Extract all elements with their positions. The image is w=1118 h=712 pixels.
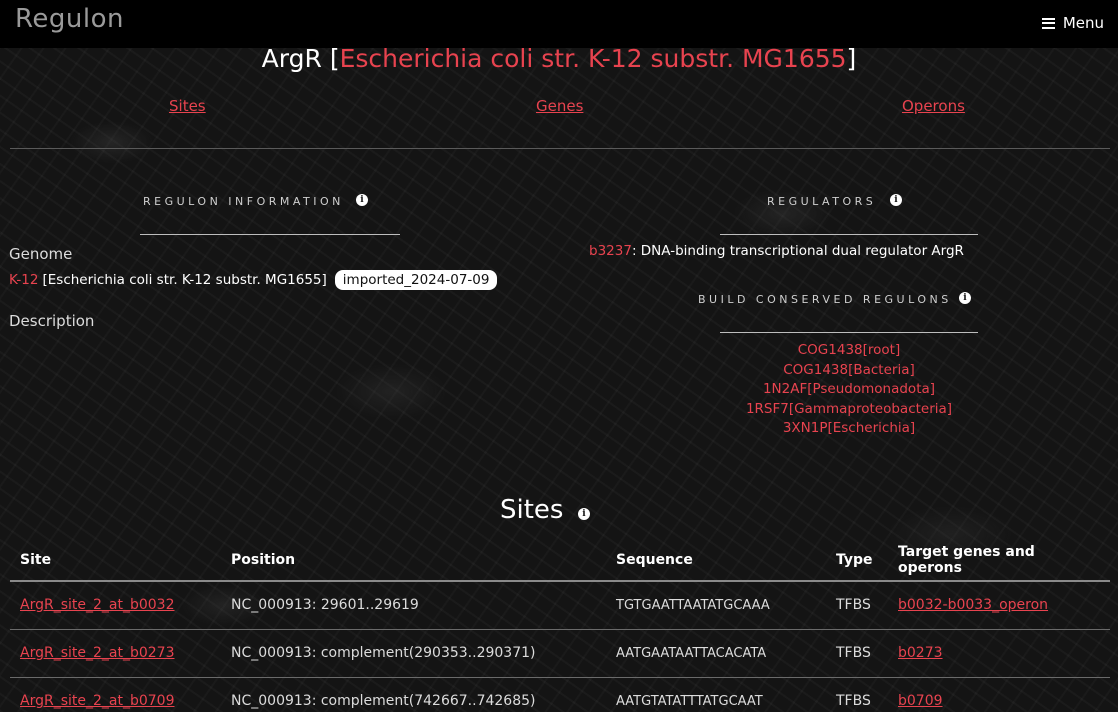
import-badge: imported_2024-07-09 xyxy=(334,270,498,290)
site-sequence: TGTGAATTAATATGCAAA xyxy=(606,581,826,630)
conserved-link[interactable]: 1N2AF[Pseudomonadota] xyxy=(720,380,978,400)
target-link[interactable]: b0709 xyxy=(898,693,943,709)
tab-genes[interactable]: Genes xyxy=(536,97,583,115)
info-icon[interactable]: i xyxy=(356,194,368,206)
heading-underline xyxy=(140,234,400,235)
page-title: ArgR [Escherichia coli str. K-12 substr.… xyxy=(0,44,1118,73)
menu-button[interactable]: Menu xyxy=(1041,14,1104,32)
genome-value: K-12 [Escherichia coli str. K-12 substr.… xyxy=(9,270,498,290)
column-header-sequence[interactable]: Sequence xyxy=(606,540,826,582)
title-open-bracket: [ xyxy=(329,44,340,73)
conserved-link[interactable]: COG1438[root] xyxy=(720,341,978,361)
column-header-site[interactable]: Site xyxy=(10,540,221,582)
site-sequence: AATGAATAATTACACATA xyxy=(606,629,826,678)
organism-name: Escherichia coli str. K-12 substr. MG165… xyxy=(339,44,847,73)
table-header-row: Site Position Sequence Type Target genes… xyxy=(10,540,1110,582)
site-sequence: AATGTATATTTATGCAAT xyxy=(606,677,826,712)
section-tabs: Sites Genes Operons xyxy=(0,97,1118,117)
description-label: Description xyxy=(9,312,95,330)
scrollbar[interactable] xyxy=(1111,0,1118,48)
regulator-description: : DNA-binding transcriptional dual regul… xyxy=(631,243,964,259)
title-close-bracket: ] xyxy=(846,44,857,73)
info-icon[interactable]: i xyxy=(959,292,971,304)
site-link[interactable]: ArgR_site_2_at_b0273 xyxy=(20,645,174,661)
tab-operons[interactable]: Operons xyxy=(902,97,965,115)
info-icon[interactable]: i xyxy=(890,194,902,206)
site-position: NC_000913: complement(742667..742685) xyxy=(221,677,606,712)
divider xyxy=(10,148,1110,149)
conserved-link[interactable]: 1RSF7[Gammaproteobacteria] xyxy=(720,400,978,420)
hamburger-icon xyxy=(1041,17,1055,29)
heading-underline xyxy=(720,234,978,235)
sites-title: Sites xyxy=(500,495,564,525)
top-navbar: Regulon Menu xyxy=(0,0,1118,48)
site-type: TFBS xyxy=(826,581,888,630)
target-link[interactable]: b0032-b0033_operon xyxy=(898,597,1048,613)
site-position: NC_000913: complement(290353..290371) xyxy=(221,629,606,678)
conserved-link[interactable]: 3XN1P[Escherichia] xyxy=(720,419,978,439)
conserved-heading: BUILD CONSERVED REGULONS xyxy=(698,293,952,306)
heading-underline xyxy=(720,332,978,333)
app-logo[interactable]: Regulon xyxy=(15,4,124,34)
regulators-heading: REGULATORS xyxy=(767,195,877,208)
table-row: ArgR_site_2_at_b0273 NC_000913: compleme… xyxy=(10,629,1110,678)
genome-link[interactable]: K-12 xyxy=(9,272,39,288)
site-position: NC_000913: 29601..29619 xyxy=(221,581,606,630)
regulon-info-heading: REGULON INFORMATION xyxy=(143,195,344,208)
target-link[interactable]: b0273 xyxy=(898,645,943,661)
genome-name: [Escherichia coli str. K-12 substr. MG16… xyxy=(42,272,327,288)
info-icon[interactable]: i xyxy=(578,508,590,520)
regulator-gene-link[interactable]: b3237 xyxy=(589,243,632,259)
column-header-type[interactable]: Type xyxy=(826,540,888,582)
table-row: ArgR_site_2_at_b0032 NC_000913: 29601..2… xyxy=(10,581,1110,630)
regulator-name: ArgR xyxy=(261,44,322,73)
sites-table: Site Position Sequence Type Target genes… xyxy=(10,540,1110,712)
conserved-regulons-list: COG1438[root] COG1438[Bacteria] 1N2AF[Ps… xyxy=(720,341,978,439)
regulator-entry: b3237: DNA-binding transcriptional dual … xyxy=(589,243,964,259)
column-header-targets[interactable]: Target genes and operons xyxy=(888,540,1110,582)
site-type: TFBS xyxy=(826,629,888,678)
site-link[interactable]: ArgR_site_2_at_b0032 xyxy=(20,597,174,613)
site-link[interactable]: ArgR_site_2_at_b0709 xyxy=(20,693,174,709)
tab-sites[interactable]: Sites xyxy=(169,97,206,115)
menu-label: Menu xyxy=(1062,14,1104,32)
site-type: TFBS xyxy=(826,677,888,712)
conserved-link[interactable]: COG1438[Bacteria] xyxy=(720,361,978,381)
column-header-position[interactable]: Position xyxy=(221,540,606,582)
genome-label: Genome xyxy=(9,245,73,263)
table-row: ArgR_site_2_at_b0709 NC_000913: compleme… xyxy=(10,677,1110,712)
